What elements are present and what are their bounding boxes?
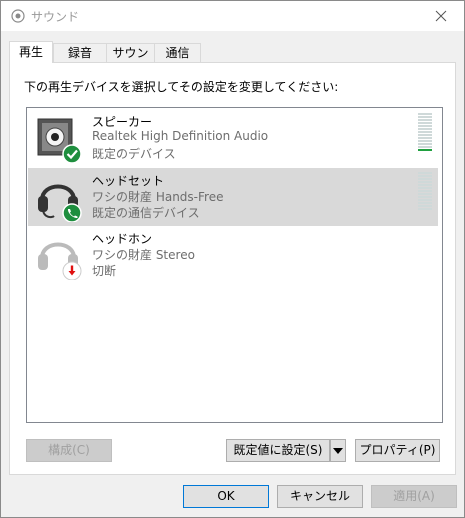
headphones-icon [38,242,82,280]
level-meter [418,113,432,153]
cancel-button[interactable]: キャンセル [277,485,363,508]
device-list[interactable]: スピーカー Realtek High Definition Audio 既定のデ… [26,107,443,423]
device-item-headset[interactable]: ヘッドセット ワシの財産 Hands-Free 既定の通信デバイス [28,168,438,226]
level-meter-segment [418,137,432,139]
level-meter-segment [418,187,432,189]
device-name: ヘッドホン [92,232,153,246]
disconnected-badge-icon [62,261,82,280]
device-item-speaker[interactable]: スピーカー Realtek High Definition Audio 既定のデ… [28,109,438,167]
level-meter-segment [418,202,432,204]
level-meter-segment [418,196,432,198]
chevron-down-icon [333,448,343,454]
level-meter-segment [418,146,432,148]
level-meter-segment [418,208,432,210]
instruction-text: 下の再生デバイスを選択してその設定を変更してください: [24,80,339,94]
level-meter-segment [418,181,432,183]
level-meter-segment [418,193,432,195]
apply-button[interactable]: 適用(A) [371,485,457,508]
close-button[interactable] [418,1,464,31]
device-status: 既定のデバイス [92,147,176,161]
properties-button[interactable]: プロパティ(P) [355,439,440,462]
headset-icon [38,184,82,222]
tab-recording[interactable]: 録音 [53,43,107,62]
device-name: ヘッドセット [92,174,165,188]
device-item-headphones[interactable]: ヘッドホン ワシの財産 Stereo 切断 [28,226,438,284]
level-meter-segment [418,134,432,136]
level-meter-segment [418,131,432,133]
level-meter-segment [418,143,432,145]
device-description: ワシの財産 Hands-Free [92,190,224,204]
sound-dialog: サウンド 再生 録音 サウンド 通信 下の再生デバイスを選択してその設定を変更し… [0,0,465,518]
ok-button[interactable]: OK [183,485,269,508]
window-title: サウンド [31,10,80,24]
check-badge-icon [62,144,82,163]
level-meter-segment [418,116,432,118]
level-meter-segment [418,175,432,177]
level-meter-segment [418,205,432,207]
close-icon [435,10,447,22]
level-meter-segment [418,113,432,115]
device-description: ワシの財産 Stereo [92,248,195,262]
device-description: Realtek High Definition Audio [92,129,269,143]
device-name: スピーカー [92,115,153,129]
level-meter-segment [418,172,432,174]
level-meter-segment [418,178,432,180]
configure-button[interactable]: 構成(C) [26,439,112,462]
level-meter-segment [418,184,432,186]
level-meter [418,172,432,212]
phone-badge-icon [62,203,82,222]
tab-sounds[interactable]: サウンド [106,43,155,79]
tab-playback[interactable]: 再生 [9,41,53,63]
level-meter-segment [418,128,432,130]
level-meter-segment [418,140,432,142]
set-default-dropdown-button[interactable] [330,439,346,462]
level-meter-segment [418,199,432,201]
level-meter-segment [418,149,432,151]
device-status: 切断 [92,264,117,278]
level-meter-segment [418,119,432,121]
device-status: 既定の通信デバイス [92,206,200,220]
tab-communications[interactable]: 通信 [154,43,201,62]
playback-panel: 下の再生デバイスを選択してその設定を変更してください: スピーカー Realte… [9,62,456,475]
title-bar[interactable]: サウンド [1,1,464,31]
level-meter-segment [418,122,432,124]
level-meter-segment [418,190,432,192]
speaker-app-icon [11,9,25,23]
level-meter-segment [418,125,432,127]
set-default-button[interactable]: 既定値に設定(S) [226,439,330,462]
speaker-icon [37,118,82,163]
